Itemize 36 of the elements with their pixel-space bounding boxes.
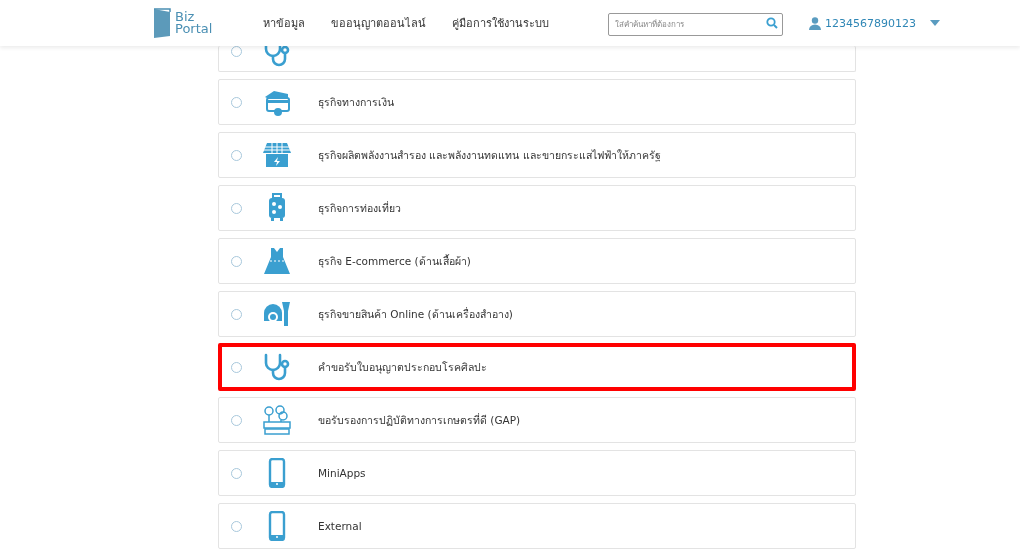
item-label: External xyxy=(318,520,362,532)
list-item[interactable] xyxy=(218,46,856,72)
list-item[interactable]: ธุรกิจการท่องเที่ยว xyxy=(218,185,856,231)
list-item[interactable]: ขอรับรองการปฏิบัติทางการเกษตรที่ดี (GAP) xyxy=(218,397,856,443)
logo-icon xyxy=(152,7,172,39)
list-item[interactable]: ธุรกิจทางการเงิน xyxy=(218,79,856,125)
item-label: ธุรกิจผลิตพลังงานสำรอง และพลังงานทดแทน และขายกระแสไฟฟ้าให้ภาครัฐ xyxy=(318,147,661,164)
list-item[interactable]: ธุรกิจขายสินค้า Online (ด้านเครื่องสำอาง) xyxy=(218,291,856,337)
list-item[interactable]: คำขอรับใบอนุญาตประกอบโรคศิลปะ xyxy=(218,343,856,391)
username-link[interactable]: 1234567890123 xyxy=(825,16,916,30)
logo-text: Portal xyxy=(175,23,213,35)
stethoscope-icon xyxy=(262,46,292,68)
item-label: คำขอรับใบอนุญาตประกอบโรคศิลปะ xyxy=(318,359,487,376)
caret-icon[interactable] xyxy=(930,20,940,26)
dress-icon xyxy=(262,246,292,276)
list-item[interactable]: ธุรกิจ E-commerce (ด้านเสื้อผ้า) xyxy=(218,238,856,284)
list-item[interactable]: External xyxy=(218,503,856,549)
search-field[interactable]: ใส่คำค้นหาที่ต้องการ xyxy=(608,12,783,36)
solar-shop-icon xyxy=(262,140,292,170)
stethoscope-icon xyxy=(262,352,292,382)
nav-link[interactable]: ขออนุญาตออนไลน์ xyxy=(331,14,426,32)
user-icon[interactable] xyxy=(809,16,821,30)
nav-link[interactable]: หาข้อมูล xyxy=(263,14,305,32)
item-label: ขอรับรองการปฏิบัติทางการเกษตรที่ดี (GAP) xyxy=(318,412,521,428)
list-item[interactable]: MiniApps xyxy=(218,450,856,496)
cosmetics-icon xyxy=(262,299,292,329)
nav-link[interactable]: คู่มือการใช้งานระบบ xyxy=(452,14,549,32)
item-label: ธุรกิจการท่องเที่ยว xyxy=(318,200,401,217)
item-label: ธุรกิจขายสินค้า Online (ด้านเครื่องสำอาง) xyxy=(318,306,513,323)
list-item[interactable]: ธุรกิจผลิตพลังงานสำรอง และพลังงานทดแทน และขายกระแสไฟฟ้าให้ภาครัฐ xyxy=(218,132,856,178)
item-label: ธุรกิจทางการเงิน xyxy=(318,94,394,111)
item-label: MiniApps xyxy=(318,467,366,479)
logo-text: Biz xyxy=(175,11,195,23)
search-icon[interactable] xyxy=(766,16,778,29)
item-label: ธุรกิจ E-commerce (ด้านเสื้อผ้า) xyxy=(318,253,471,270)
farm-icon xyxy=(262,405,292,435)
